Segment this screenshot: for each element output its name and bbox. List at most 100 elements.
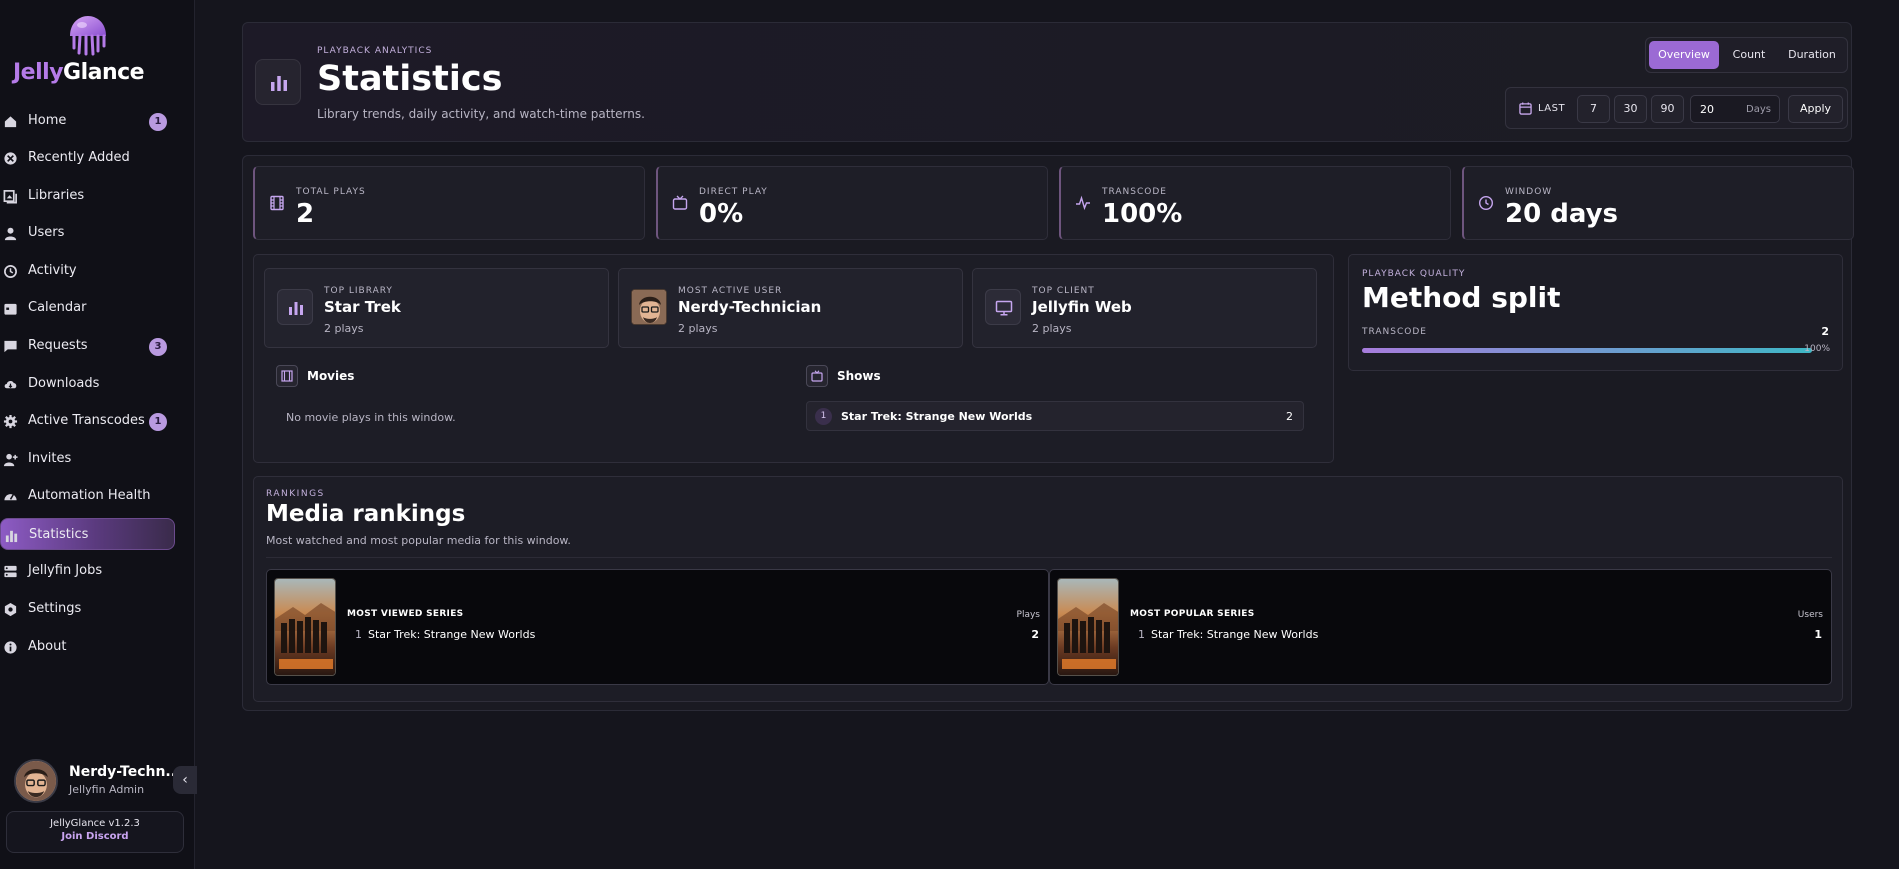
stat-card-direct-play: DIRECT PLAY 0%	[656, 166, 1048, 240]
sidebar-item-recently-added[interactable]: Recently Added	[0, 142, 175, 174]
page-header: PLAYBACK ANALYTICS Statistics Library tr…	[242, 22, 1852, 142]
preset-7-days-button[interactable]: 7	[1577, 95, 1610, 123]
activity-icon	[1075, 195, 1091, 211]
date-range-picker: LAST 7 30 90 20 Days Apply	[1505, 87, 1848, 129]
sidebar-item-automation-health[interactable]: Automation Health	[0, 480, 175, 512]
ranking-value: 2	[1031, 628, 1039, 641]
stat-label: TRANSCODE	[1102, 187, 1167, 197]
tab-overview[interactable]: Overview	[1649, 41, 1719, 69]
sidebar-item-label: Activity	[28, 263, 77, 278]
highlights-panel: TOP LIBRARY Star Trek 2 plays MOST ACTIV…	[253, 254, 1334, 463]
settings-icon	[3, 602, 18, 617]
stat-value: 0%	[699, 199, 744, 229]
sidebar-item-activity[interactable]: Activity	[0, 255, 175, 287]
sidebar-item-about[interactable]: About	[0, 631, 175, 663]
sidebar-item-invites[interactable]: Invites	[0, 443, 175, 475]
sidebar-item-requests[interactable]: Requests 3	[0, 330, 175, 362]
film-icon	[276, 365, 298, 387]
rankings-title: Media rankings	[266, 501, 466, 527]
notification-badge: 1	[149, 413, 167, 431]
highlight-title: Star Trek	[324, 298, 401, 316]
sidebar-item-calendar[interactable]: Calendar	[0, 292, 175, 324]
join-discord-link[interactable]: Join Discord	[7, 831, 183, 842]
user-icon	[3, 226, 18, 241]
sidebar-item-label: Jellyfin Jobs	[28, 563, 103, 578]
stat-card-transcode: TRANSCODE 100%	[1059, 166, 1451, 240]
series-poster	[1057, 578, 1119, 676]
sidebar-item-label: Calendar	[28, 300, 87, 315]
avatar	[14, 759, 58, 803]
method-count: 2	[1821, 325, 1829, 338]
sidebar-item-label: Libraries	[28, 188, 85, 203]
notification-badge: 1	[149, 113, 167, 131]
calendar-icon	[3, 301, 18, 316]
days-input[interactable]: 20 Days	[1690, 95, 1780, 123]
sidebar-item-label: Active Transcodes	[28, 413, 145, 428]
sidebar-item-statistics[interactable]: Statistics	[0, 518, 175, 550]
series-name: Star Trek: Strange New Worlds	[368, 628, 536, 641]
jellyfish-logo-icon	[70, 16, 106, 56]
quality-title: Method split	[1362, 281, 1561, 314]
user-role: Jellyfin Admin	[69, 783, 145, 796]
table-row: 1 Star Trek: Strange New Worlds	[1138, 628, 1318, 641]
ranking-heading: MOST VIEWED SERIES	[347, 609, 464, 619]
sidebar-item-jellyfin-jobs[interactable]: Jellyfin Jobs	[0, 555, 175, 587]
sidebar-item-label: About	[28, 639, 67, 654]
method-progress-track	[1362, 348, 1812, 353]
movies-empty-state: No movie plays in this window.	[286, 411, 456, 424]
highlight-sub: 2 plays	[678, 322, 718, 335]
stat-value: 20 days	[1505, 199, 1619, 229]
list-item[interactable]: 1 Star Trek: Strange New Worlds 2	[806, 401, 1304, 431]
page-eyebrow: PLAYBACK ANALYTICS	[317, 46, 433, 56]
sidebar-item-libraries[interactable]: Libraries	[0, 180, 175, 212]
range-label: LAST	[1538, 103, 1566, 114]
user-profile[interactable]: Nerdy-Techn... Jellyfin Admin	[14, 757, 195, 805]
app-logo[interactable]: JellyGlance	[0, 14, 195, 88]
divider	[266, 557, 1832, 558]
tab-count[interactable]: Count	[1723, 41, 1775, 69]
avatar	[631, 289, 667, 325]
days-unit: Days	[1746, 104, 1771, 115]
ranking-card-most-viewed[interactable]: MOST VIEWED SERIES Plays 1 Star Trek: Str…	[266, 569, 1049, 685]
library-icon	[3, 189, 18, 204]
media-rankings-panel: RANKINGS Media rankings Most watched and…	[253, 476, 1843, 702]
highlight-sub: 2 plays	[1032, 322, 1072, 335]
sidebar-item-settings[interactable]: Settings	[0, 593, 175, 625]
bar-chart-icon	[255, 59, 301, 105]
sidebar-item-label: Downloads	[28, 376, 100, 391]
sidebar: JellyGlance Home 1 Recently Added Librar…	[0, 0, 197, 869]
calendar-icon	[1519, 102, 1532, 115]
cloud-download-icon	[3, 377, 18, 392]
highlight-most-active-user[interactable]: MOST ACTIVE USER Nerdy-Technician 2 play…	[618, 268, 963, 348]
series-poster	[274, 578, 336, 676]
tab-duration[interactable]: Duration	[1779, 41, 1845, 69]
sidebar-item-label: Recently Added	[28, 150, 130, 165]
ranking-heading: MOST POPULAR SERIES	[1130, 609, 1255, 619]
series-name: Star Trek: Strange New Worlds	[1151, 628, 1319, 641]
sidebar-item-users[interactable]: Users	[0, 217, 175, 249]
preset-90-days-button[interactable]: 90	[1651, 95, 1684, 123]
highlight-top-library[interactable]: TOP LIBRARY Star Trek 2 plays	[264, 268, 609, 348]
playback-quality-panel: PLAYBACK QUALITY Method split TRANSCODE …	[1348, 254, 1843, 371]
method-label: TRANSCODE	[1362, 327, 1427, 337]
app-name: JellyGlance	[13, 60, 145, 85]
tv-icon	[806, 365, 828, 387]
user-name: Nerdy-Techn...	[69, 764, 182, 780]
collapse-sidebar-button[interactable]: ‹	[173, 766, 197, 794]
gauge-icon	[3, 489, 18, 504]
sidebar-item-active-transcodes[interactable]: Active Transcodes 1	[0, 405, 175, 437]
rankings-eyebrow: RANKINGS	[266, 489, 325, 499]
preset-30-days-button[interactable]: 30	[1614, 95, 1647, 123]
sidebar-item-downloads[interactable]: Downloads	[0, 368, 175, 400]
chevron-left-icon: ‹	[182, 772, 188, 788]
server-icon	[3, 564, 18, 579]
apply-button[interactable]: Apply	[1788, 95, 1843, 123]
sidebar-item-home[interactable]: Home 1	[0, 105, 175, 137]
ranking-column-header: Users	[1797, 610, 1823, 620]
highlight-top-client[interactable]: TOP CLIENT Jellyfin Web 2 plays	[972, 268, 1317, 348]
bar-chart-icon	[277, 289, 313, 325]
method-progress-fill	[1362, 348, 1812, 353]
view-tabs: Overview Count Duration	[1645, 37, 1848, 73]
stat-card-total-plays: TOTAL PLAYS 2	[253, 166, 645, 240]
ranking-card-most-popular[interactable]: MOST POPULAR SERIES Users 1 Star Trek: St…	[1049, 569, 1832, 685]
